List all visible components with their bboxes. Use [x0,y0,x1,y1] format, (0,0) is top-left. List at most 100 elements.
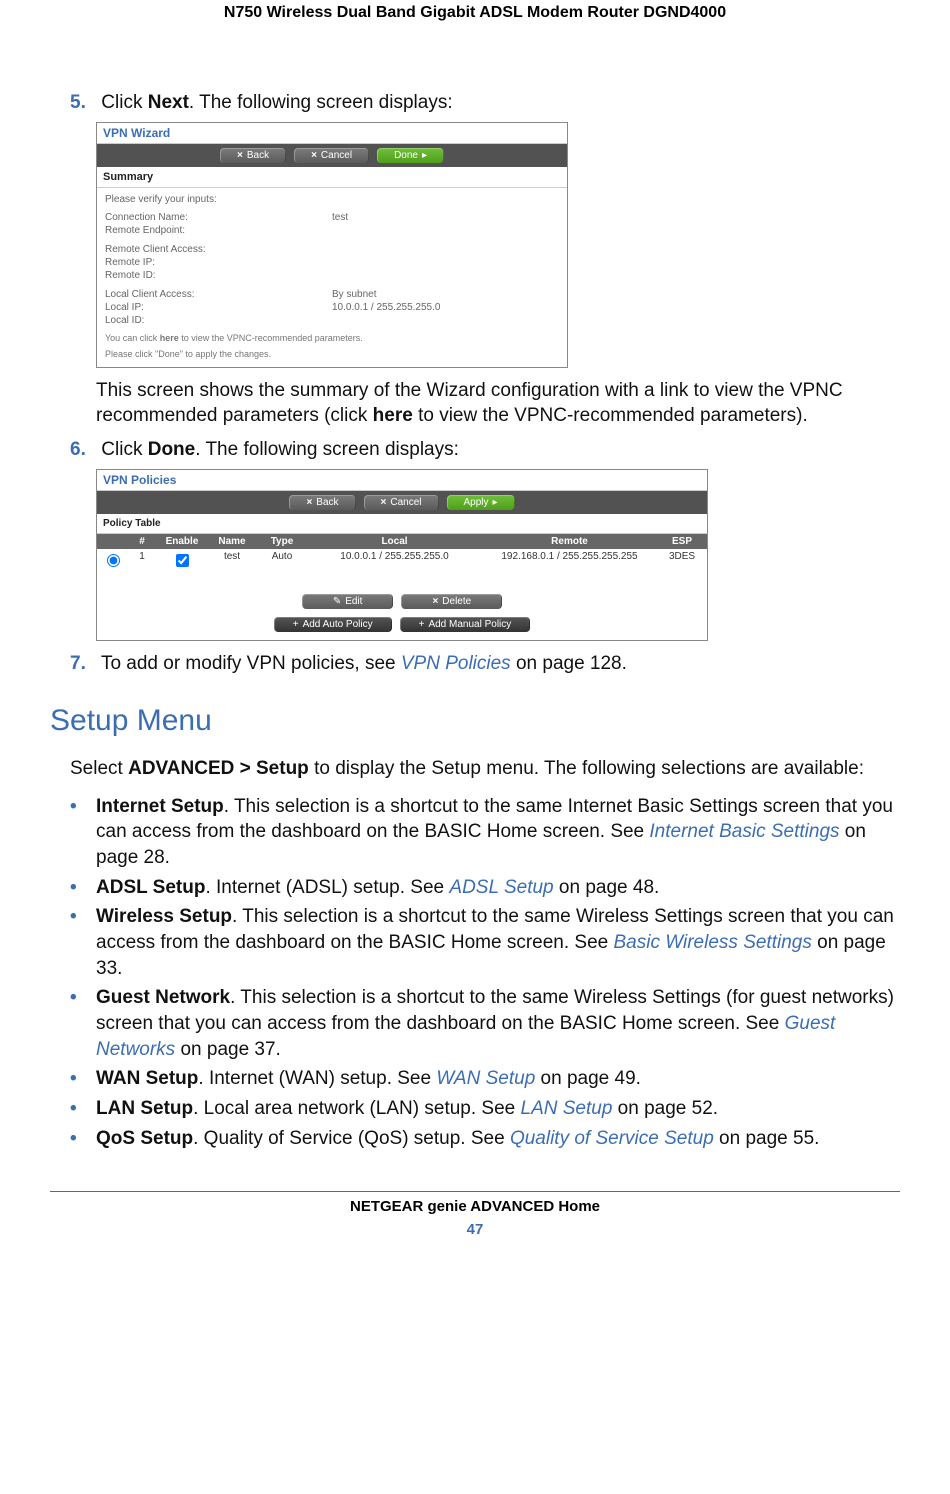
lan-setup-link[interactable]: LAN Setup [521,1098,613,1119]
back-x-icon-2: × [306,497,312,508]
cancel-button-2[interactable]: ×Cancel [364,495,439,510]
edit-delete-row: ✎ Edit × Delete [97,590,707,613]
policy-table-header: # Enable Name Type Local Remote ESP [97,534,707,549]
verify-inputs-text: Please verify your inputs: [105,194,559,205]
row-num: 1 [127,549,157,572]
bullet-bold: Guest Network [96,987,230,1008]
remote-id-label: Remote ID: [105,270,332,281]
bullet-dot-icon: • [70,1066,96,1092]
step-6: 6. Click Done. The following screen disp… [70,437,900,463]
cancel-label: Cancel [321,150,352,161]
setup-menu-heading: Setup Menu [50,704,900,738]
step-5-text-pre: Click [101,92,147,113]
col-remote: Remote [482,534,657,549]
wan-setup-link[interactable]: WAN Setup [436,1068,535,1089]
back-button[interactable]: × Back [220,148,286,163]
summary-heading: Summary [97,167,567,188]
bullet-after: . Local area network (LAN) setup. See [193,1098,520,1119]
back-label: Back [247,150,269,161]
intro-bold: ADVANCED > Setup [128,758,309,779]
col-enable: Enable [157,534,207,549]
step-7: 7. To add or modify VPN policies, see VP… [70,651,900,677]
add-manual-policy-button[interactable]: +Add Manual Policy [400,617,531,632]
bullet-tail: on page 48. [554,877,660,898]
back-button-2[interactable]: × Back [289,495,355,510]
edit-pencil-icon: ✎ [333,596,341,607]
delete-label: Delete [442,596,471,607]
row-type: Auto [257,549,307,572]
summary-body: Please verify your inputs: Connection Na… [97,188,567,367]
conn-name-value: test [332,212,559,223]
apply-label: Apply [464,497,489,508]
step-7-number: 7. [70,651,96,677]
bullet-bold: QoS Setup [96,1128,193,1149]
policy-table-heading: Policy Table [97,514,707,534]
bullet-tail: on page 52. [612,1098,718,1119]
row-local: 10.0.0.1 / 255.255.255.0 [307,549,482,572]
doc-header-title: N750 Wireless Dual Band Gigabit ADSL Mod… [50,0,900,82]
bullet-wan-setup: • WAN Setup. Internet (WAN) setup. See W… [70,1066,900,1092]
conn-name-label: Connection Name: [105,212,332,223]
bullet-dot-icon: • [70,904,96,930]
step-5-body-bold: here [373,405,413,426]
bullet-after: . Internet (WAN) setup. See [198,1068,436,1089]
bullet-bold: Internet Setup [96,796,224,817]
bullet-dot-icon: • [70,794,96,820]
local-ip-label: Local IP: [105,302,332,313]
vpnc-note: You can click here to view the VPNC-reco… [105,333,559,343]
step-6-bold: Done [148,439,196,460]
bullet-tail: on page 37. [175,1039,281,1060]
vpn-policies-screenshot: VPN Policies ×Back ×Cancel Apply▸ Policy… [96,469,708,641]
cancel-x-icon: × [311,150,317,161]
bullet-after: . Quality of Service (QoS) setup. See [193,1128,510,1149]
done-button[interactable]: Done▸ [377,148,444,163]
bullet-qos-setup: • QoS Setup. Quality of Service (QoS) se… [70,1126,900,1152]
delete-x-icon: × [432,596,438,607]
edit-label: Edit [345,596,362,607]
vpn-wizard-title: VPN Wizard [97,123,567,144]
step-7-text-pre: To add or modify VPN policies, see [101,653,401,674]
col-num: # [127,534,157,549]
internet-basic-settings-link[interactable]: Internet Basic Settings [649,821,839,842]
policy-table-row: 1 test Auto 10.0.0.1 / 255.255.255.0 192… [97,549,707,572]
bullet-dot-icon: • [70,985,96,1011]
bullet-dot-icon: • [70,1126,96,1152]
local-ip-value: 10.0.0.1 / 255.255.255.0 [332,302,559,313]
cancel-x-icon-2: × [381,497,387,508]
row-select-radio[interactable] [107,554,120,567]
bullet-adsl-setup: • ADSL Setup. Internet (ADSL) setup. See… [70,875,900,901]
vpn-wizard-button-row: × Back × Cancel Done▸ [97,144,567,167]
col-type: Type [257,534,307,549]
row-esp: 3DES [657,549,707,572]
col-name: Name [207,534,257,549]
apply-button[interactable]: Apply ▸ [447,495,515,510]
edit-button[interactable]: ✎ Edit [302,594,394,609]
add-plus-icon: + [293,619,299,630]
add-auto-policy-button[interactable]: + Add Auto Policy [274,617,392,632]
step-5-text-post: . The following screen displays: [189,92,453,113]
row-name: test [207,549,257,572]
step-7-text-post: on page 128. [511,653,627,674]
cancel-button[interactable]: × Cancel [294,148,369,163]
back-label-2: Back [316,497,338,508]
back-x-icon: × [237,150,243,161]
done-arrow-icon: ▸ [422,150,427,161]
bullet-dot-icon: • [70,1096,96,1122]
row-enable-checkbox[interactable] [176,554,189,567]
delete-button[interactable]: × Delete [401,594,502,609]
intro-pre: Select [70,758,128,779]
add-manual-label: Add Manual Policy [428,619,511,630]
cancel-label-2: Cancel [390,497,421,508]
bullet-bold: ADSL Setup [96,877,205,898]
bullet-tail: on page 55. [714,1128,820,1149]
bullet-tail: on page 49. [535,1068,641,1089]
vpn-policies-link[interactable]: VPN Policies [401,653,511,674]
bullet-bold: LAN Setup [96,1098,193,1119]
adsl-setup-link[interactable]: ADSL Setup [449,877,553,898]
qos-setup-link[interactable]: Quality of Service Setup [510,1128,714,1149]
basic-wireless-settings-link[interactable]: Basic Wireless Settings [614,932,812,953]
add-auto-label: Add Auto Policy [303,619,373,630]
done-note: Please click "Done" to apply the changes… [105,349,559,359]
local-id-label: Local ID: [105,315,332,326]
apply-arrow-icon: ▸ [493,497,498,508]
